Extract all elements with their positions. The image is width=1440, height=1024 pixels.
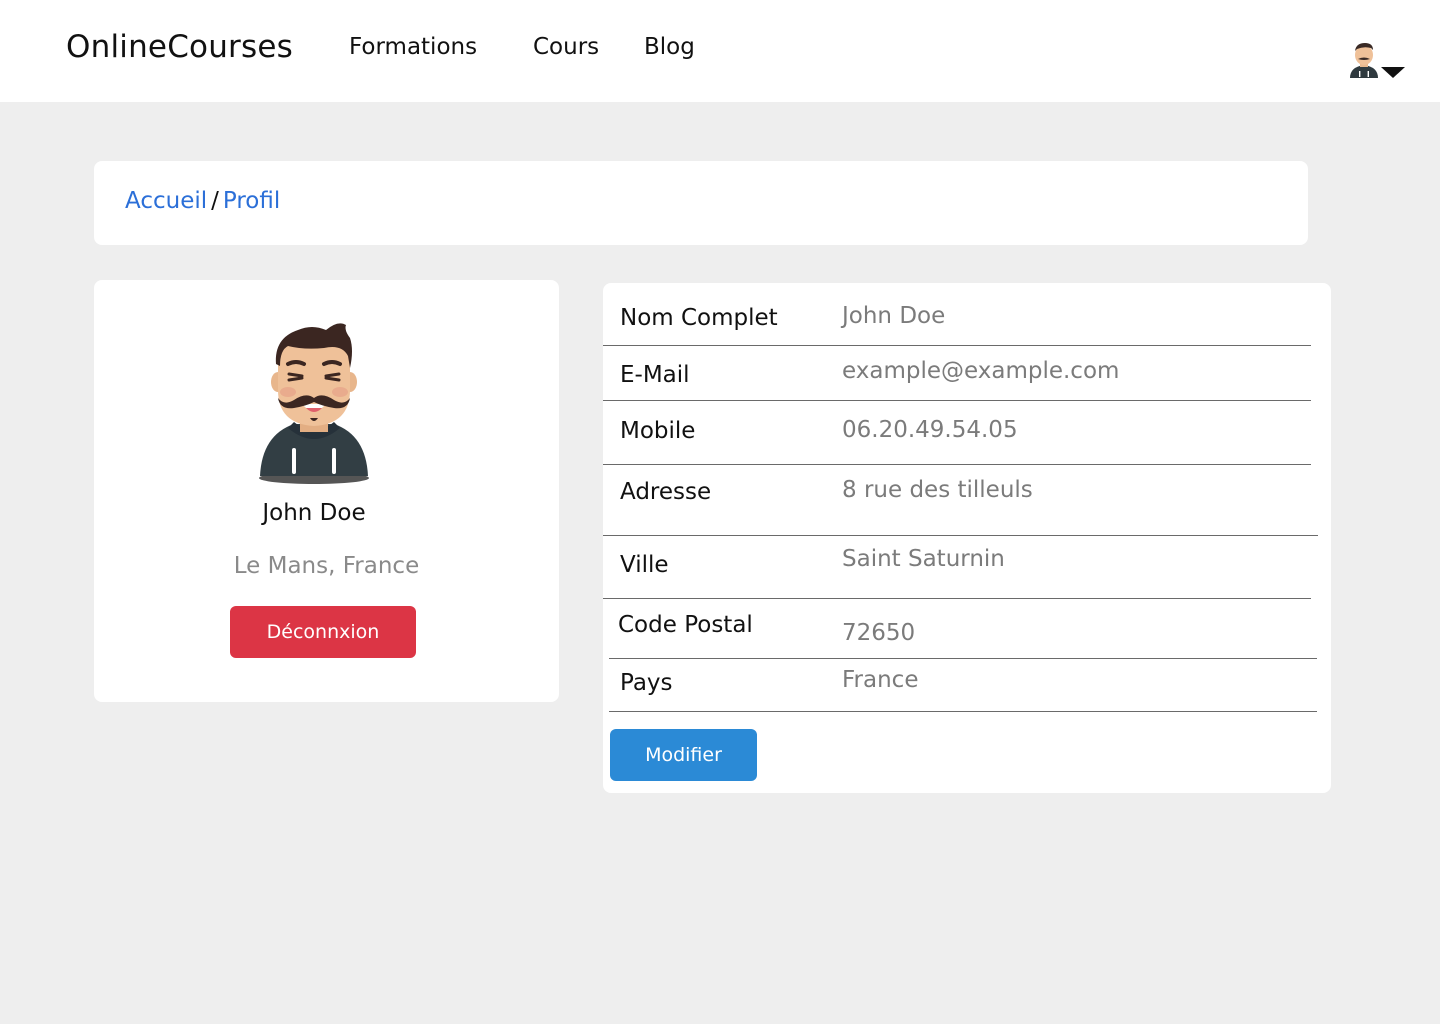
user-avatar-icon bbox=[1350, 43, 1378, 78]
logout-button[interactable]: Déconnxion bbox=[230, 606, 416, 658]
detail-value-city: Saint Saturnin bbox=[842, 546, 1005, 572]
row-divider bbox=[609, 658, 1317, 659]
detail-label-email: E-Mail bbox=[620, 362, 690, 388]
detail-label-country: Pays bbox=[620, 670, 673, 696]
brand-logo[interactable]: OnlineCourses bbox=[66, 29, 293, 65]
modify-button[interactable]: Modifier bbox=[610, 729, 757, 781]
row-divider bbox=[603, 598, 1311, 599]
row-divider bbox=[603, 345, 1311, 346]
breadcrumb-separator: / bbox=[211, 188, 219, 214]
profile-avatar-image bbox=[259, 323, 369, 484]
nav-link-formations[interactable]: Formations bbox=[349, 34, 477, 60]
breadcrumb: Accueil / Profil bbox=[125, 188, 280, 214]
caret-down-icon bbox=[1381, 67, 1405, 78]
detail-value-email: example@example.com bbox=[842, 358, 1120, 384]
detail-label-postal-code: Code Postal bbox=[618, 612, 753, 638]
row-divider bbox=[603, 400, 1311, 401]
row-divider bbox=[609, 711, 1317, 712]
detail-label-city: Ville bbox=[620, 552, 669, 578]
nav-link-blog[interactable]: Blog bbox=[644, 34, 695, 60]
detail-label-full-name: Nom Complet bbox=[620, 305, 778, 331]
top-navbar: OnlineCourses Formations Cours Blog bbox=[0, 0, 1440, 102]
nav-link-cours[interactable]: Cours bbox=[533, 34, 599, 60]
profile-name: John Doe bbox=[262, 500, 366, 526]
profile-card: John Doe Le Mans, France Déconnxion bbox=[94, 280, 559, 702]
breadcrumb-home-link[interactable]: Accueil bbox=[125, 188, 207, 214]
user-menu-toggle[interactable] bbox=[1348, 40, 1408, 80]
detail-value-full-name: John Doe bbox=[842, 303, 946, 329]
detail-label-mobile: Mobile bbox=[620, 418, 696, 444]
row-divider bbox=[603, 464, 1311, 465]
profile-details-card: Nom Complet John Doe E-Mail example@exam… bbox=[603, 283, 1331, 793]
row-divider bbox=[603, 535, 1318, 536]
breadcrumb-current-link[interactable]: Profil bbox=[223, 188, 280, 214]
detail-value-postal-code: 72650 bbox=[842, 620, 916, 646]
detail-value-mobile: 06.20.49.54.05 bbox=[842, 417, 1018, 443]
detail-value-country: France bbox=[842, 667, 919, 693]
breadcrumb-card: Accueil / Profil bbox=[94, 161, 1308, 245]
profile-location: Le Mans, France bbox=[233, 553, 420, 579]
detail-label-address: Adresse bbox=[620, 479, 712, 505]
detail-value-address: 8 rue des tilleuls bbox=[842, 477, 1033, 503]
